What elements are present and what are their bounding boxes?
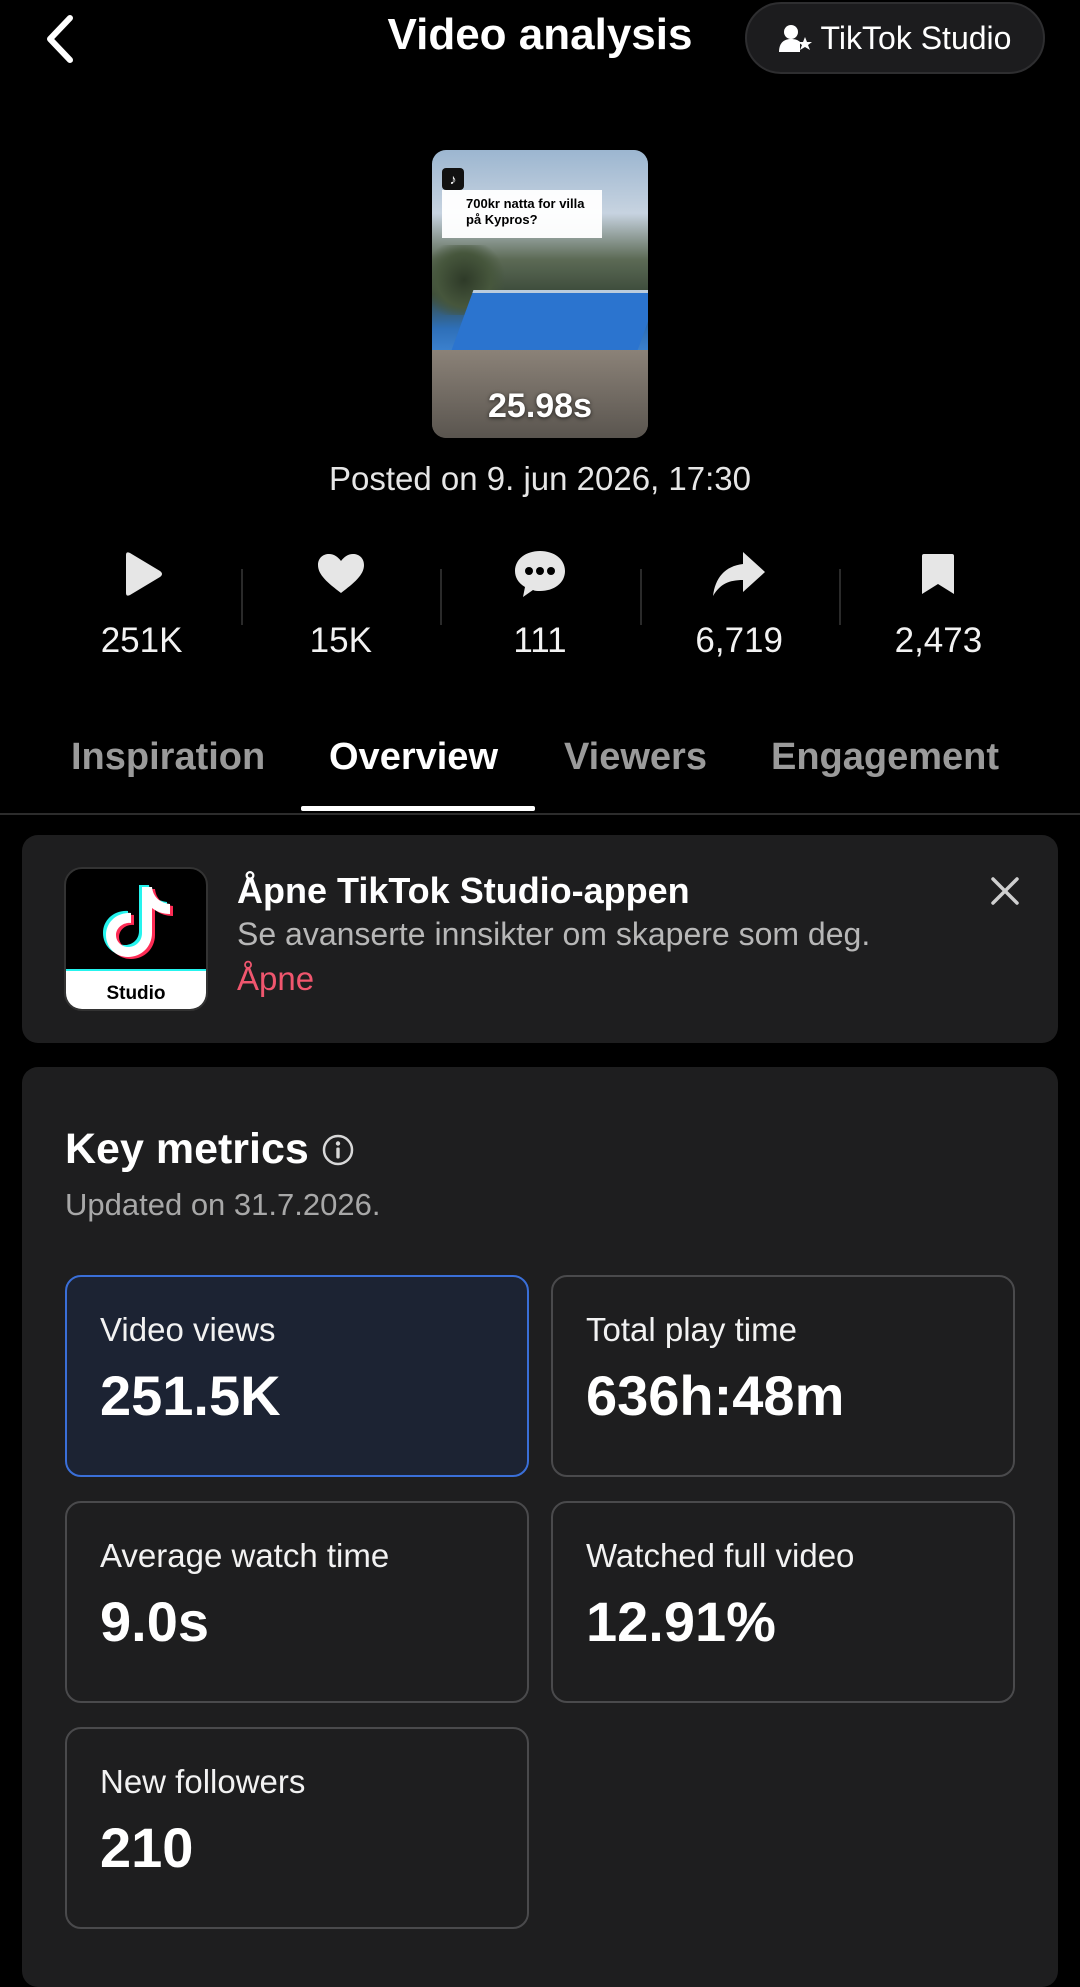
tiktok-studio-button[interactable]: TikTok Studio — [745, 2, 1045, 74]
banner-title: Åpne TikTok Studio-appen — [237, 870, 690, 911]
close-icon — [991, 877, 1019, 905]
posted-date: Posted on 9. jun 2026, 17:30 — [328, 460, 751, 497]
tiktok-studio-app-icon: Studio — [64, 867, 208, 1011]
user-star-icon — [778, 25, 812, 52]
metric-card-average-watch-time[interactable]: Average watch time 9.0s — [65, 1501, 529, 1703]
banner-description: Se avanserte innsikter om skapere som de… — [237, 916, 871, 952]
open-app-link[interactable]: Åpne — [237, 960, 314, 998]
stat-comments[interactable]: 111 — [440, 545, 639, 675]
metric-value: 12.91% — [586, 1590, 776, 1653]
active-tab-indicator — [301, 806, 535, 811]
stat-bookmarks[interactable]: 2,473 — [838, 545, 1038, 675]
updated-date: Updated on 31.7.2026. — [65, 1187, 381, 1222]
stat-value: 251K — [100, 621, 183, 660]
metric-card-total-play-time[interactable]: Total play time 636h:48m — [551, 1275, 1015, 1477]
thumbnail-pool — [450, 290, 648, 353]
thumbnail-caption: 700kr natta for villa på Kypros? — [442, 190, 602, 238]
share-icon — [713, 552, 766, 596]
back-button[interactable] — [40, 14, 80, 64]
video-duration: 25.98s — [488, 387, 592, 425]
metric-card-video-views[interactable]: Video views 251.5K — [65, 1275, 529, 1477]
studio-app-banner: Studio Åpne TikTok Studio-appen Se avans… — [22, 835, 1058, 1043]
tab-bar: Inspiration Overview Viewers Engagement — [0, 728, 1080, 815]
metric-value: 251.5K — [100, 1364, 281, 1427]
metric-value: 636h:48m — [586, 1364, 845, 1427]
key-metrics-heading: Key metrics — [65, 1125, 355, 1174]
stat-shares[interactable]: 6,719 — [639, 545, 839, 675]
metric-card-watched-full-video[interactable]: Watched full video 12.91% — [551, 1501, 1015, 1703]
app-icon-label: Studio — [106, 983, 166, 1004]
heart-icon — [317, 554, 364, 593]
metric-value: 210 — [100, 1816, 194, 1879]
tab-inspiration[interactable]: Inspiration — [71, 736, 265, 779]
chevron-left-icon — [47, 15, 73, 63]
metric-label: Total play time — [586, 1311, 797, 1348]
metric-label: Video views — [100, 1311, 276, 1348]
metric-label: Watched full video — [586, 1537, 855, 1574]
stat-value: 15K — [309, 621, 372, 660]
engagement-stats: 251K 15K 111 6,719 2,473 — [42, 545, 1038, 675]
comment-icon — [515, 551, 565, 597]
tiktok-studio-label: TikTok Studio — [820, 19, 1012, 56]
tiktok-note-icon — [103, 885, 173, 959]
stat-views[interactable]: 251K — [42, 545, 241, 675]
video-thumbnail[interactable]: 700kr natta for villa på Kypros? ♪ 25.98… — [432, 150, 648, 438]
metric-card-new-followers[interactable]: New followers 210 — [65, 1727, 529, 1929]
metric-label: Average watch time — [100, 1537, 390, 1574]
key-metrics-title: Key metrics — [65, 1125, 309, 1173]
stat-value: 111 — [513, 621, 567, 660]
tab-overview[interactable]: Overview — [329, 736, 498, 779]
tab-viewers[interactable]: Viewers — [564, 736, 707, 779]
stat-value: 2,473 — [894, 621, 983, 660]
stat-likes[interactable]: 15K — [241, 545, 440, 675]
metric-label: New followers — [100, 1763, 306, 1800]
bookmark-icon — [922, 554, 955, 594]
stat-value: 6,719 — [695, 621, 783, 660]
info-icon[interactable] — [321, 1133, 355, 1167]
metric-value: 9.0s — [100, 1590, 209, 1653]
tiktok-logo-icon: ♪ — [442, 168, 464, 190]
key-metrics-panel: Key metrics Updated on 31.7.2026. Video … — [22, 1067, 1058, 1987]
play-icon — [125, 552, 162, 596]
tab-engagement[interactable]: Engagement — [771, 736, 999, 779]
close-banner-button[interactable] — [987, 873, 1023, 909]
